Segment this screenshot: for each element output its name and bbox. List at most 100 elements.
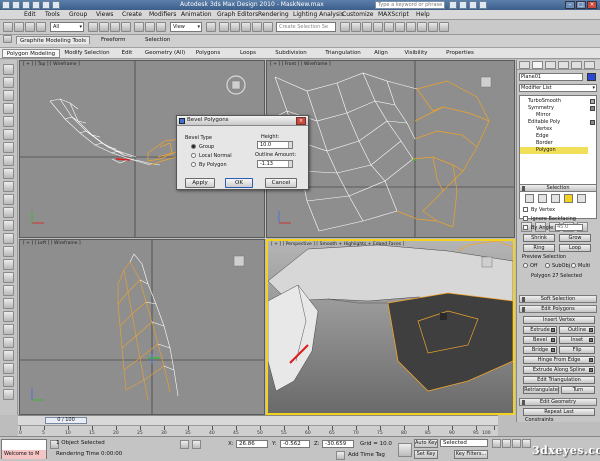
- x-coordinate-field[interactable]: 26.86: [236, 440, 268, 448]
- hierarchy-tab-icon[interactable]: [545, 61, 556, 69]
- chamfer-icon[interactable]: [3, 116, 14, 127]
- menu-create[interactable]: Create: [122, 11, 142, 18]
- rendered-frame-icon[interactable]: [428, 22, 438, 32]
- auto-key-button[interactable]: Auto Key: [414, 439, 438, 448]
- settings-icon[interactable]: [551, 328, 555, 332]
- insert-vertex-button[interactable]: Insert Vertex: [523, 316, 595, 324]
- search-icon[interactable]: [449, 1, 457, 9]
- hinge-from-edge-button[interactable]: Hinge From Edge: [523, 356, 595, 364]
- render-setup-icon[interactable]: [417, 22, 427, 32]
- by-angle-spinner[interactable]: 45.0: [555, 224, 583, 231]
- object-name-input[interactable]: Plane01: [519, 73, 583, 81]
- cap-icon[interactable]: [3, 298, 14, 309]
- inset-icon[interactable]: [3, 155, 14, 166]
- rect-select-icon[interactable]: [110, 22, 120, 32]
- align-icon[interactable]: [351, 22, 361, 32]
- retriangulate-button[interactable]: Retriangulate: [523, 386, 559, 394]
- tab-freeform[interactable]: Freeform: [98, 36, 129, 44]
- settings-icon[interactable]: [551, 338, 555, 342]
- ok-button[interactable]: OK: [225, 178, 253, 188]
- tab-loops[interactable]: Loops: [230, 49, 266, 58]
- close-button[interactable]: ×: [587, 1, 597, 9]
- slice-icon[interactable]: [3, 77, 14, 88]
- play-icon[interactable]: [512, 439, 521, 448]
- polygon-mode-icon[interactable]: [564, 194, 573, 203]
- radio-group[interactable]: [191, 144, 196, 149]
- radio-local-normal[interactable]: [191, 153, 196, 158]
- render-icon[interactable]: [439, 22, 449, 32]
- remove-icon[interactable]: [3, 376, 14, 387]
- settings-icon[interactable]: [589, 358, 593, 362]
- loop-button[interactable]: Loop: [559, 244, 591, 252]
- loop-icon[interactable]: [3, 363, 14, 374]
- outline-amount-spinner[interactable]: -1.13: [257, 160, 293, 168]
- pivot-icon[interactable]: [206, 22, 216, 32]
- object-color-swatch[interactable]: [587, 73, 596, 81]
- lightbulb-icon[interactable]: [590, 99, 595, 104]
- stack-item-editable-poly[interactable]: Editable Poly: [520, 119, 588, 126]
- menu-animation[interactable]: Animation: [181, 11, 212, 18]
- settings-icon[interactable]: [589, 328, 593, 332]
- app-icon[interactable]: [2, 1, 10, 9]
- lightbulb-icon[interactable]: [590, 120, 595, 125]
- create-tab-icon[interactable]: [519, 61, 530, 69]
- lock-icon[interactable]: [180, 440, 189, 449]
- outline-button[interactable]: Outline: [559, 326, 595, 334]
- extrude-icon[interactable]: [3, 129, 14, 140]
- edit-triangulation-button[interactable]: Edit Triangulation: [523, 376, 595, 384]
- unlink-icon[interactable]: [36, 22, 46, 32]
- mirror-icon[interactable]: [340, 22, 350, 32]
- tab-subdivision[interactable]: Subdivision: [268, 49, 314, 58]
- link-icon[interactable]: [25, 22, 35, 32]
- weld-icon[interactable]: [3, 103, 14, 114]
- by-vertex-checkbox[interactable]: [523, 207, 528, 212]
- menu-lighting-analysis[interactable]: Lighting Analysis: [293, 11, 344, 18]
- material-editor-icon[interactable]: [406, 22, 416, 32]
- tab-align[interactable]: Align: [368, 49, 394, 58]
- edit-named-sel-icon[interactable]: [263, 22, 273, 32]
- extrude-button[interactable]: Extrude: [523, 326, 557, 334]
- edge-mode-icon[interactable]: [538, 194, 547, 203]
- lightbulb-icon[interactable]: [590, 106, 595, 111]
- rotate-icon[interactable]: [145, 22, 155, 32]
- go-to-start-icon[interactable]: [492, 439, 501, 448]
- minimize-button[interactable]: –: [565, 1, 575, 9]
- turn-button[interactable]: Turn: [561, 386, 595, 394]
- percent-snap-icon[interactable]: [241, 22, 251, 32]
- menu-tools[interactable]: Tools: [45, 11, 60, 18]
- maxscript-output[interactable]: Welcome to M: [2, 450, 46, 459]
- height-spinner[interactable]: 10.0: [257, 141, 293, 149]
- soft-selection-rollout-header[interactable]: Soft Selection: [519, 295, 597, 303]
- scale-icon[interactable]: [156, 22, 166, 32]
- motion-tab-icon[interactable]: [558, 61, 569, 69]
- cancel-button[interactable]: Cancel: [265, 178, 297, 188]
- save-icon[interactable]: [32, 1, 40, 9]
- smooth-icon[interactable]: [3, 246, 14, 257]
- by-angle-checkbox[interactable]: [523, 225, 528, 230]
- tab-polygons[interactable]: Polygons: [190, 49, 226, 58]
- stack-item-vertex[interactable]: Vertex: [520, 126, 588, 133]
- paint-icon[interactable]: [3, 389, 14, 400]
- preview-off-radio[interactable]: [523, 263, 528, 268]
- stack-item-mirror[interactable]: Mirror: [520, 112, 588, 119]
- tab-visibility[interactable]: Visibility: [398, 49, 434, 58]
- ignore-backfacing-checkbox[interactable]: [523, 216, 528, 221]
- star-icon[interactable]: [469, 1, 477, 9]
- help-icon[interactable]: [459, 1, 467, 9]
- key-filters-button[interactable]: Key Filters...: [454, 450, 488, 459]
- key-selection-select[interactable]: Selected: [440, 439, 488, 447]
- radio-by-polygon[interactable]: [191, 162, 196, 167]
- previous-frame-icon[interactable]: [502, 439, 511, 448]
- absolute-mode-icon[interactable]: [192, 440, 201, 449]
- hinge-icon[interactable]: [3, 194, 14, 205]
- display-tab-icon[interactable]: [571, 61, 582, 69]
- selection-filter-select[interactable]: All ▾: [50, 22, 84, 32]
- menu-group[interactable]: Group: [69, 11, 87, 18]
- edit-polygons-rollout-header[interactable]: Edit Polygons: [519, 305, 597, 313]
- stack-item-symmetry[interactable]: Symmetry: [520, 105, 588, 112]
- next-frame-icon[interactable]: [522, 439, 531, 448]
- bridge-icon[interactable]: [3, 168, 14, 179]
- settings-icon[interactable]: [589, 338, 593, 342]
- maximize-button[interactable]: □: [576, 1, 586, 9]
- grow-button[interactable]: Grow: [559, 234, 591, 242]
